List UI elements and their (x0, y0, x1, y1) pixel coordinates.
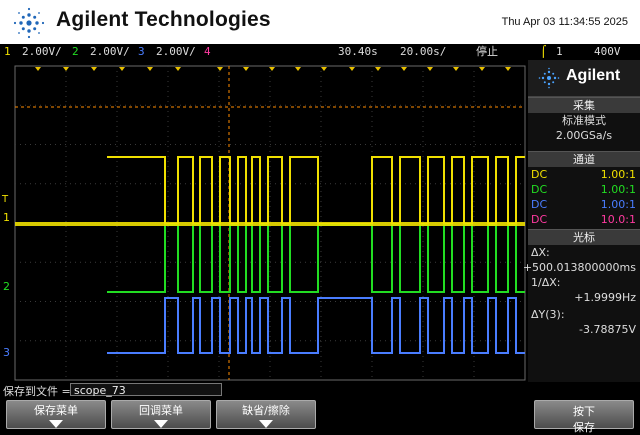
trigger-marker[interactable]: T (1, 194, 9, 205)
ch1-scale[interactable]: 2.00V/ (22, 44, 62, 60)
inv-dx-label-text: 1/ΔX: (531, 276, 561, 289)
agilent-spark-small-icon (538, 67, 560, 89)
ch4-number[interactable]: 4 (204, 44, 211, 60)
ch4-coupling: DC (531, 213, 548, 226)
ch1-number[interactable]: 1 (4, 44, 11, 60)
time-scale[interactable]: 20.00s/ (400, 44, 446, 60)
arrow-down-icon (154, 420, 168, 428)
acquisition-mode: 标准模式 (562, 114, 606, 127)
ch3-scale[interactable]: 2.00V/ (156, 44, 196, 60)
dy-label: ΔY(3): (528, 307, 640, 322)
dy-value-row: -3.78875V (528, 322, 640, 337)
ch2-ground-marker[interactable]: 2 (3, 280, 10, 293)
softkey-save-menu-label: 保存菜单 (34, 404, 78, 417)
inv-dx-label: 1/ΔX: (528, 275, 640, 290)
agilent-spark-logo-icon (13, 7, 45, 39)
dy-value: -3.78875V (579, 323, 636, 336)
save-filename-bar: 保存到文件 = scope_73 (0, 382, 640, 398)
ch3-probe: 1.00:1 (600, 198, 636, 211)
ch2-scale[interactable]: 2.00V/ (90, 44, 130, 60)
trigger-level[interactable]: 400V (594, 44, 621, 60)
ch4-probe: 10.0:1 (600, 213, 636, 226)
channel-row-1: DC 1.00:1 (528, 167, 640, 182)
arrow-down-icon (49, 420, 63, 428)
softkey-save-menu[interactable]: 保存菜单 (6, 400, 106, 429)
arrow-down-icon (259, 420, 273, 428)
softkey-bar: 保存菜单 回调菜单 缺省/擦除 按下 保存 (0, 398, 640, 434)
ch1-coupling: DC (531, 168, 548, 181)
date-time: Thu Apr 03 11:34:55 2025 (501, 16, 628, 28)
softkey-press-label: 按下 (573, 405, 595, 418)
title-bar: Agilent Technologies Thu Apr 03 11:34:55… (0, 0, 640, 44)
panel-logo: Agilent (528, 60, 640, 97)
inv-dx-value-row: +1.9999Hz (528, 290, 640, 305)
dx-value: +500.013800000ms (522, 261, 636, 274)
panel-brand: Agilent (566, 67, 621, 84)
channel-row-4: DC 10.0:1 (528, 212, 640, 227)
run-state[interactable]: 停止 (476, 44, 498, 60)
ch1-ground-marker[interactable]: 1 (3, 211, 10, 224)
channels-title: 通道 (528, 151, 640, 167)
dy-label-text: ΔY(3): (531, 308, 565, 321)
dx-value-row: +500.013800000ms (523, 260, 640, 275)
dx-label-text: ΔX: (531, 246, 550, 259)
cursors-title: 光标 (528, 229, 640, 245)
ch2-number[interactable]: 2 (72, 44, 79, 60)
trigger-edge-icon: ⌠ (540, 45, 547, 58)
channel-row-3: DC 1.00:1 (528, 197, 640, 212)
softkey-recall-menu-label: 回调菜单 (139, 404, 183, 417)
ch2-probe: 1.00:1 (600, 183, 636, 196)
ch3-ground-marker[interactable]: 3 (3, 346, 10, 359)
info-panel: Agilent 采集 标准模式 2.00GSa/s 通道 DC 1.00:1 DC… (523, 60, 640, 382)
save-to-file-label: 保存到文件 = (3, 385, 71, 398)
brand-name: Agilent Technologies (56, 8, 271, 31)
softkey-default-erase[interactable]: 缺省/擦除 (216, 400, 316, 429)
dx-label: ΔX: (528, 245, 640, 260)
ch3-coupling: DC (531, 198, 548, 211)
softkey-recall-menu[interactable]: 回调菜单 (111, 400, 211, 429)
inv-dx-value: +1.9999Hz (574, 291, 636, 304)
ch1-probe: 1.00:1 (600, 168, 636, 181)
time-delay[interactable]: 30.40s (338, 44, 378, 60)
channel-row-2: DC 1.00:1 (528, 182, 640, 197)
sample-rate: 2.00GSa/s (555, 129, 613, 142)
ch3-number[interactable]: 3 (138, 44, 145, 60)
ch2-coupling: DC (531, 183, 548, 196)
softkey-press-to-save[interactable]: 按下 保存 (534, 400, 634, 434)
waveform-display[interactable]: T 1 2 3 (0, 60, 528, 382)
trigger-source[interactable]: 1 (556, 44, 563, 60)
filename-field[interactable]: scope_73 (70, 383, 222, 397)
softkey-save-label: 保存 (573, 421, 595, 434)
acquisition-title: 采集 (528, 97, 640, 113)
softkey-default-erase-label: 缺省/擦除 (242, 404, 290, 417)
status-bar: 1 2.00V/ 2 2.00V/ 3 2.00V/ 4 30.40s 20.0… (0, 44, 640, 60)
